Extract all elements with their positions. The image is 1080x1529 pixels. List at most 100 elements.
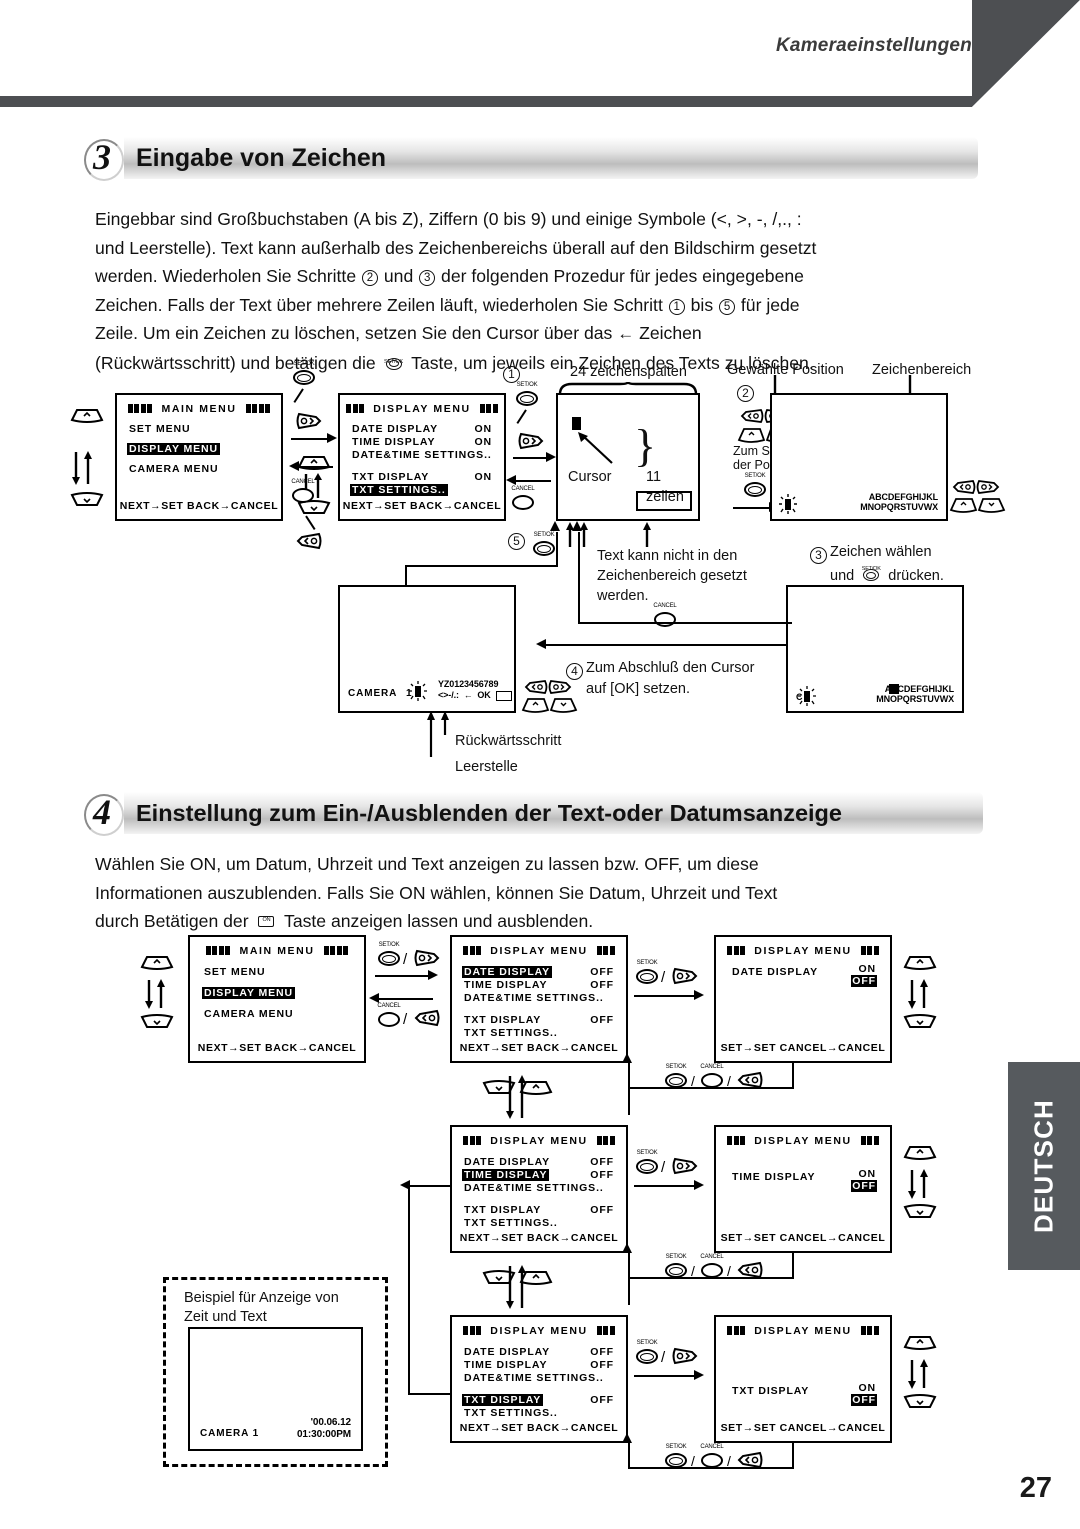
toggle-value-on-2[interactable]: ON	[858, 1168, 876, 1180]
up-down-keys-char-1[interactable]	[948, 496, 1006, 519]
set-ok-key-e[interactable]: SET/OK	[378, 942, 400, 966]
header-blocks-right	[323, 946, 349, 955]
down-key-1[interactable]	[70, 492, 104, 507]
menu-item-txt-display-hl[interactable]: TXT DISPLAY	[462, 1394, 544, 1406]
right-key-a[interactable]	[296, 412, 322, 430]
set-ok-key-h[interactable]: SET/OK	[636, 1150, 658, 1174]
up-key-8[interactable]	[903, 1335, 937, 1350]
left-key-b[interactable]	[414, 1009, 440, 1027]
menu-item-date-display-hl[interactable]: DATE DISPLAY	[462, 966, 553, 978]
menu-item-datetime-2[interactable]: DATE&TIME SETTINGS..	[464, 992, 604, 1004]
set-ok-key-a[interactable]: SET/OK	[293, 361, 315, 385]
menu-item-time-display[interactable]: TIME DISPLAY	[352, 436, 435, 448]
up-key-4[interactable]	[903, 955, 937, 970]
up-key-1[interactable]	[70, 408, 104, 423]
osd-header: DISPLAY MENU	[716, 1324, 890, 1337]
right-key-c[interactable]	[414, 949, 440, 967]
osd-date-display-toggle: DISPLAY MENU DATE DISPLAY ON OFF SET→SET…	[714, 935, 892, 1063]
menu-item-set-menu[interactable]: SET MENU	[129, 423, 190, 435]
step5-line-horizontal	[405, 565, 558, 568]
arrow-head-right-f	[694, 1180, 704, 1190]
right-key-b[interactable]	[518, 432, 544, 450]
menu-item-txt-display[interactable]: TXT DISPLAY	[352, 471, 429, 483]
down-key-8[interactable]	[903, 1394, 937, 1409]
right-key-f[interactable]	[672, 1347, 698, 1365]
menu-item-txt-display-2[interactable]: TXT DISPLAY	[464, 1014, 541, 1026]
page-number: 27	[1019, 1472, 1052, 1504]
par-line-3: werden. Wiederholen Sie Schritte 2 und 3…	[95, 266, 804, 287]
cancel-key-f[interactable]: CANCEL	[700, 1254, 724, 1278]
menu-item-camera-menu[interactable]: CAMERA MENU	[129, 463, 218, 475]
header-blocks-left	[727, 1326, 746, 1335]
menu-item-time-display-hl[interactable]: TIME DISPLAY	[462, 1169, 550, 1181]
set-ok-key-k[interactable]: SET/OK	[665, 1444, 687, 1468]
menu-item-date-display-4[interactable]: DATE DISPLAY	[464, 1346, 550, 1358]
right-key-d[interactable]	[672, 967, 698, 985]
header-blocks-left	[463, 1136, 482, 1145]
left-key-a[interactable]	[296, 532, 322, 550]
cancel-loop-vertical	[578, 532, 581, 624]
set-ok-key-i[interactable]: SET/OK	[665, 1254, 687, 1278]
arrow-head-right-g	[694, 1370, 704, 1380]
left-key-c[interactable]	[737, 1071, 763, 1089]
up-key-6[interactable]	[903, 1145, 937, 1160]
svg-text:1: 1	[406, 688, 412, 699]
set-ok-key-d[interactable]: SET/OK	[533, 532, 555, 556]
value-date-3: OFF	[590, 1346, 614, 1358]
menu-item-time-display-2[interactable]: TIME DISPLAY	[464, 979, 547, 991]
menu-item-txt-settings-2[interactable]: TXT SETTINGS..	[464, 1027, 558, 1039]
cancel-key-d[interactable]: CANCEL	[377, 1003, 401, 1027]
up-down-arrows-8	[906, 1358, 932, 1395]
left-key-d[interactable]	[737, 1261, 763, 1279]
menu-item-txt-settings-3[interactable]: TXT SETTINGS..	[464, 1217, 558, 1229]
cancel-key-e[interactable]: CANCEL	[700, 1064, 724, 1088]
menu-item-datetime-3[interactable]: DATE&TIME SETTINGS..	[464, 1182, 604, 1194]
line-b2-vertical	[628, 1087, 631, 1115]
osd-title: DISPLAY MENU	[490, 1324, 588, 1337]
line-osd5-to-osd6	[545, 644, 788, 647]
menu-item-txt-settings-4[interactable]: TXT SETTINGS..	[464, 1407, 558, 1419]
toggle-value-on[interactable]: ON	[858, 963, 876, 975]
slash-separator-11: /	[727, 1453, 731, 1469]
toggle-value-on-3[interactable]: ON	[858, 1382, 876, 1394]
toggle-value-off[interactable]: OFF	[851, 975, 877, 987]
language-tab-label: DEUTSCH	[1028, 1098, 1059, 1234]
menu-item-txt-settings[interactable]: TXT SETTINGS..	[350, 484, 448, 496]
arrow-line-right-f	[634, 1185, 696, 1188]
value-txt: OFF	[590, 1014, 614, 1026]
up-key-3[interactable]	[140, 955, 174, 970]
osd-header: MAIN MENU	[190, 944, 364, 957]
menu-item-time-display-4[interactable]: TIME DISPLAY	[464, 1359, 547, 1371]
s4-par-line-2: Informationen auszublenden. Falls Sie ON…	[95, 882, 778, 903]
cancel-key-b[interactable]: CANCEL	[511, 486, 535, 510]
menu-item-date-display[interactable]: DATE DISPLAY	[352, 423, 438, 435]
arrow-line-right-a	[291, 438, 329, 441]
set-ok-key-c[interactable]: SET/OK	[744, 473, 766, 497]
set-ok-key-f[interactable]: SET/OK	[636, 960, 658, 984]
down-key-4[interactable]	[903, 1014, 937, 1029]
menu-item-display-menu-2[interactable]: DISPLAY MENU	[202, 987, 295, 999]
right-key-e[interactable]	[672, 1157, 698, 1175]
down-key-6[interactable]	[903, 1204, 937, 1219]
set-ok-key-j[interactable]: SET/OK	[636, 1340, 658, 1364]
set-ok-key-b[interactable]: SET/OK	[516, 382, 538, 406]
up-down-keys-char-2[interactable]	[520, 696, 578, 719]
toggle-value-off-3[interactable]: OFF	[851, 1394, 877, 1406]
menu-item-datetime-settings[interactable]: DATE&TIME SETTINGS..	[352, 449, 492, 461]
down-key-3[interactable]	[140, 1014, 174, 1029]
left-key-e[interactable]	[737, 1451, 763, 1469]
toggle-value-off-2[interactable]: OFF	[851, 1180, 877, 1192]
osd-footer: NEXT→SET BACK→CANCEL	[197, 1042, 357, 1054]
osd-footer: NEXT→SET BACK→CANCEL	[119, 500, 279, 512]
menu-item-txt-display-3[interactable]: TXT DISPLAY	[464, 1204, 541, 1216]
slash-separator-6: /	[661, 1159, 666, 1176]
set-ok-key-g[interactable]: SET/OK	[665, 1064, 687, 1088]
menu-item-display-menu[interactable]: DISPLAY MENU	[127, 443, 220, 455]
cancel-key-g[interactable]: CANCEL	[700, 1444, 724, 1468]
cancel-key-c[interactable]: CANCEL	[653, 603, 677, 627]
menu-item-date-display-3[interactable]: DATE DISPLAY	[464, 1156, 550, 1168]
menu-item-set-menu-2[interactable]: SET MENU	[204, 966, 265, 978]
menu-item-camera-menu-2[interactable]: CAMERA MENU	[204, 1008, 293, 1020]
cancel-key-a[interactable]: CANCEL	[291, 479, 315, 503]
menu-item-datetime-4[interactable]: DATE&TIME SETTINGS..	[464, 1372, 604, 1384]
